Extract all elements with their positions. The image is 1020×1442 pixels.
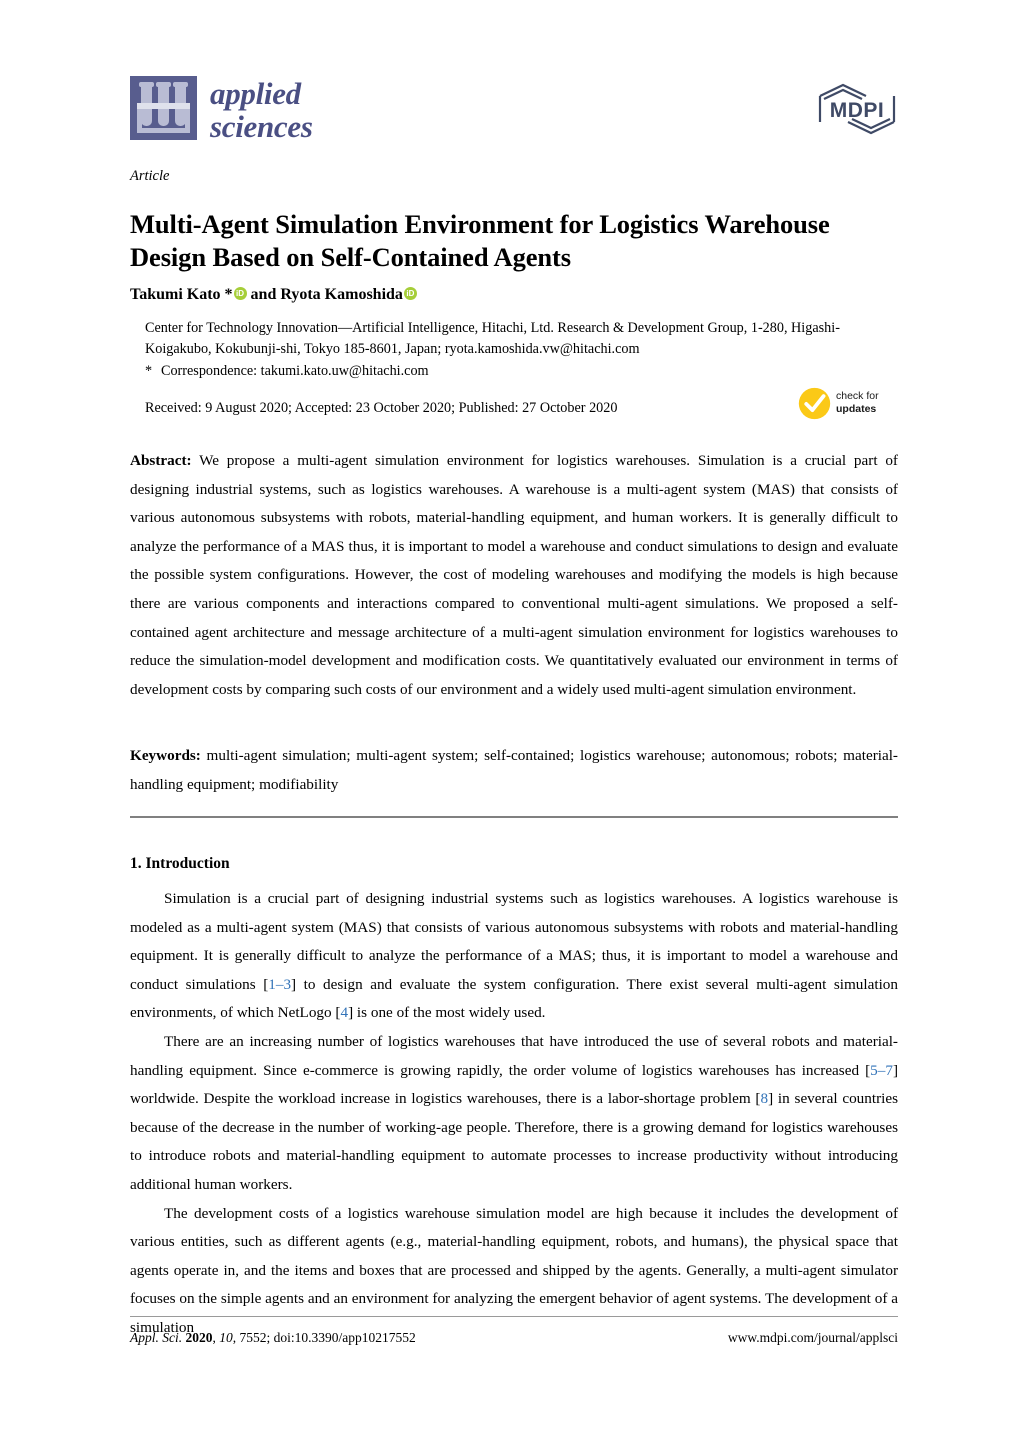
- citation-link-5-7[interactable]: 5–7: [870, 1062, 893, 1079]
- footer-divider: [130, 1316, 898, 1317]
- p2-part-a: There are an increasing number of logist…: [130, 1032, 898, 1079]
- paragraph-3: The development costs of a logistics war…: [130, 1204, 898, 1336]
- abstract-text: We propose a multi-agent simulation envi…: [130, 452, 898, 698]
- journal-title: applied sciences: [210, 76, 313, 143]
- page-title: Multi-Agent Simulation Environment for L…: [130, 208, 830, 272]
- footer-citation: Appl. Sci. 2020, 10, 7552; doi:10.3390/a…: [130, 1330, 416, 1345]
- journal-masthead: applied sciences MDPI: [130, 76, 898, 156]
- svg-text:MDPI: MDPI: [830, 99, 885, 122]
- journal-title-line2: sciences: [210, 109, 313, 144]
- publication-dates: Received: 9 August 2020; Accepted: 23 Oc…: [145, 400, 618, 416]
- article-type-label: Article: [130, 168, 170, 184]
- p1-part-c: ] is one of the most widely used.: [348, 1004, 546, 1022]
- footer-journal: Appl. Sci.: [130, 1330, 183, 1345]
- check-updates-line1: check for: [836, 390, 879, 402]
- citation-link-4[interactable]: 4: [340, 1004, 348, 1021]
- footer-article-id: 7552: [239, 1330, 267, 1345]
- check-updates-line2: updates: [836, 403, 877, 415]
- author-second: Ryota Kamoshida: [280, 286, 403, 303]
- footer-year: 2020: [185, 1330, 213, 1345]
- paragraph-2: There are an increasing number of logist…: [130, 1028, 898, 1200]
- author-list: Takumi Kato * iD and Ryota Kamoshida iD: [130, 285, 417, 305]
- keywords-label: Keywords:: [130, 747, 201, 764]
- correspondence-text: Correspondence: takumi.kato.uw@hitachi.c…: [161, 363, 429, 379]
- journal-logo: applied sciences: [130, 76, 313, 143]
- orcid-icon-1[interactable]: iD: [233, 287, 247, 300]
- author-first: Takumi Kato *: [130, 286, 233, 303]
- paper-page: applied sciences MDPI Article Multi-Agen…: [130, 0, 898, 1442]
- citation-link-8[interactable]: 8: [760, 1090, 768, 1107]
- check-for-updates-text: check for updates: [836, 390, 879, 416]
- abstract-divider: [130, 816, 898, 818]
- author-conjunction: and: [246, 286, 281, 303]
- affiliation: Center for Technology Innovation—Artific…: [145, 320, 840, 357]
- paragraph-1: Simulation is a crucial part of designin…: [130, 885, 898, 1028]
- orcid-icon-2[interactable]: iD: [403, 287, 417, 300]
- footer-doi: doi:10.3390/app10217552: [273, 1330, 416, 1345]
- correspondence-line: * Correspondence: takumi.kato.uw@hitachi.…: [145, 361, 900, 382]
- abstract-block: Abstract: We propose a multi-agent simul…: [130, 447, 898, 704]
- test-tube-rack-icon: [130, 76, 197, 140]
- correspondence-marker: *: [145, 363, 153, 379]
- journal-title-line1: applied: [210, 76, 301, 111]
- footer-volume: 10: [219, 1330, 233, 1345]
- citation-link-1-3[interactable]: 1–3: [268, 976, 291, 993]
- check-for-updates-badge[interactable]: check for updates: [798, 385, 898, 421]
- check-circle-icon: [798, 387, 831, 419]
- keywords-text: multi-agent simulation; multi-agent syst…: [130, 747, 898, 793]
- introduction-body: Simulation is a crucial part of designin…: [130, 885, 898, 1343]
- footer-url: www.mdpi.com/journal/applsci: [727, 1330, 898, 1345]
- keywords-block: Keywords: multi-agent simulation; multi-…: [130, 742, 898, 799]
- abstract-label: Abstract:: [130, 452, 192, 469]
- section-heading-introduction: 1. Introduction: [130, 855, 230, 872]
- mdpi-logo-icon: MDPI: [816, 82, 898, 136]
